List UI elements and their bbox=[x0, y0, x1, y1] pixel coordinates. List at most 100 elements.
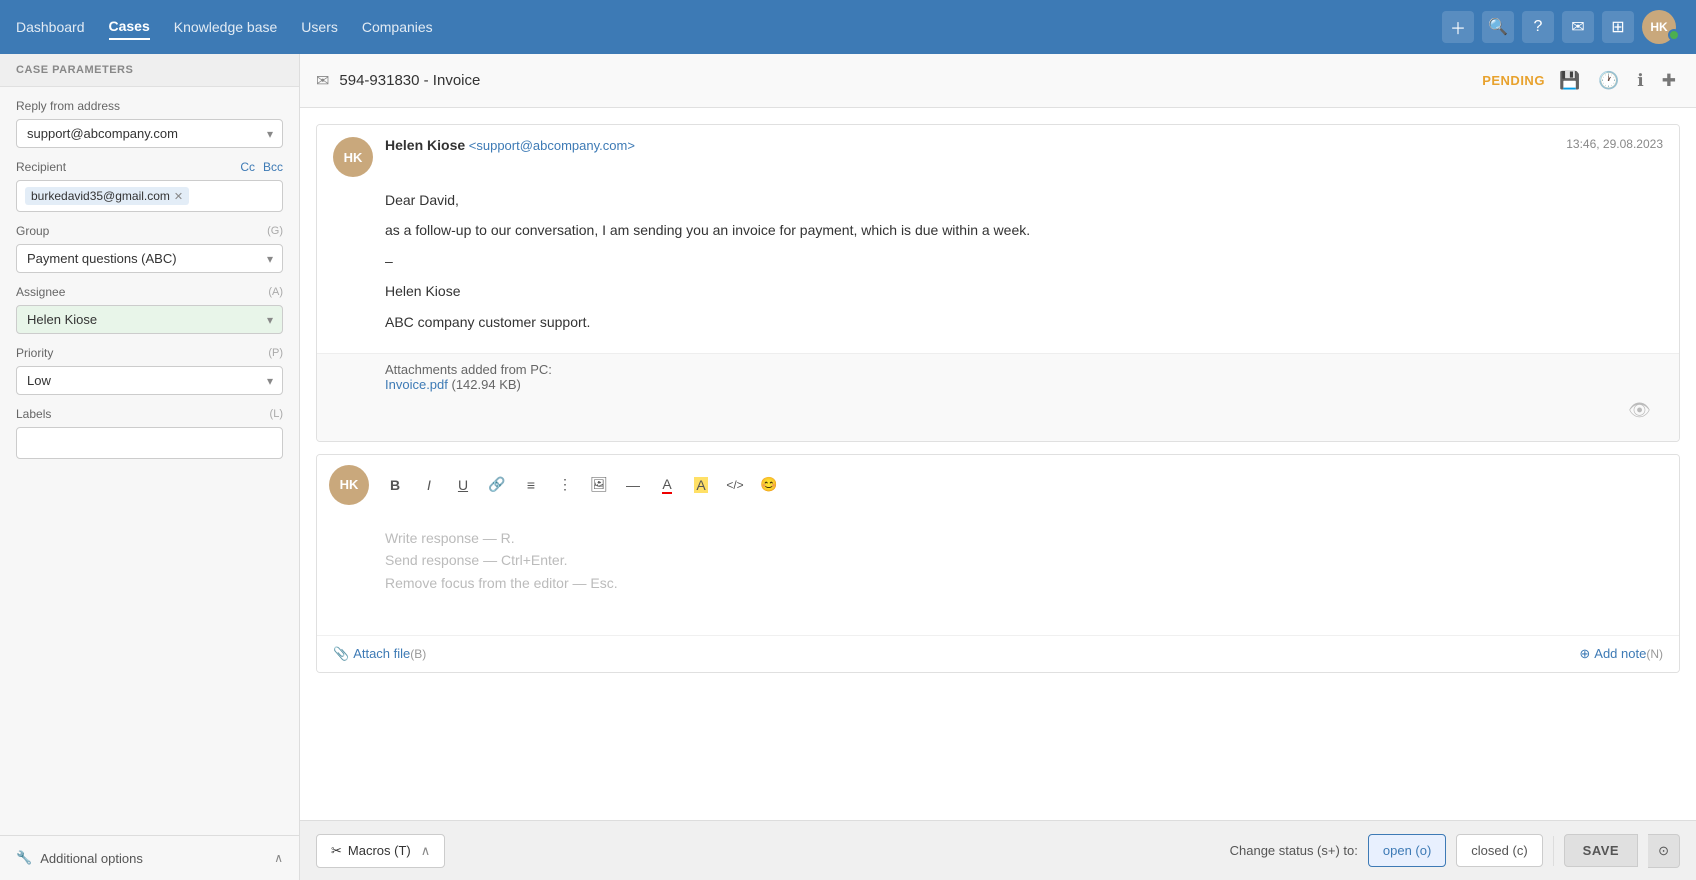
nav-companies[interactable]: Companies bbox=[362, 15, 433, 39]
save-dropdown-button[interactable]: ⊙ bbox=[1648, 834, 1680, 868]
labels-shortcut: (L) bbox=[270, 408, 283, 420]
save-case-button[interactable]: 💾 bbox=[1555, 69, 1584, 93]
image-icon: 🖼 bbox=[590, 476, 608, 493]
reply-from-section: Reply from address support@abcompany.com bbox=[0, 87, 299, 160]
help-button[interactable]: ? bbox=[1522, 11, 1554, 43]
history-icon: 🕐 bbox=[1598, 71, 1619, 90]
nav-actions-group: ＋ 🔍 ? ✉ ⊞ HK bbox=[1442, 10, 1680, 44]
save-icon: 💾 bbox=[1559, 71, 1580, 90]
italic-button[interactable]: I bbox=[413, 469, 445, 501]
macros-label: Macros (T) bbox=[348, 843, 411, 858]
reply-footer: 📎 Attach file (B) ⊕ Add note (N) bbox=[317, 635, 1679, 672]
add-note-button[interactable]: ⊕ Add note bbox=[1579, 646, 1646, 662]
reply-from-select[interactable]: support@abcompany.com bbox=[16, 119, 283, 148]
top-navigation: Dashboard Cases Knowledge base Users Com… bbox=[0, 0, 1696, 54]
recipient-tag: burkedavid35@gmail.com ✕ bbox=[25, 187, 189, 205]
message-sender-name: Helen Kiose bbox=[385, 137, 465, 153]
attach-file-label: Attach file bbox=[353, 646, 410, 661]
message-header: HK Helen Kiose <support@abcompany.com> 1… bbox=[317, 125, 1679, 189]
attach-shortcut: (B) bbox=[410, 647, 426, 661]
priority-section: Priority (P) Low bbox=[0, 346, 299, 407]
main-content: ✉ 594-931830 - Invoice PENDING 💾 🕐 ℹ ✚ bbox=[300, 54, 1696, 880]
attach-file-button[interactable]: 📎 Attach file bbox=[333, 646, 410, 662]
cc-button[interactable]: Cc bbox=[240, 160, 255, 174]
reply-toolbar: B I U 🔗 ≡ bbox=[379, 469, 1667, 501]
search-icon: 🔍 bbox=[1488, 17, 1508, 37]
closed-status-button[interactable]: closed (c) bbox=[1456, 834, 1542, 867]
message-signature-dash: – bbox=[385, 250, 1663, 272]
message-info: Helen Kiose <support@abcompany.com> bbox=[385, 137, 1554, 153]
wrench-icon: 🔧 bbox=[16, 850, 32, 866]
reply-editor[interactable]: Write response — R. Send response — Ctrl… bbox=[317, 515, 1679, 635]
labels-input[interactable] bbox=[16, 427, 283, 459]
add-icon: ＋ bbox=[1450, 15, 1466, 39]
labels-label: Labels (L) bbox=[16, 407, 283, 421]
additional-options-chevron: ∧ bbox=[274, 851, 283, 865]
group-select[interactable]: Payment questions (ABC) bbox=[16, 244, 283, 273]
search-button[interactable]: 🔍 bbox=[1482, 11, 1514, 43]
ordered-list-icon: ≡ bbox=[527, 477, 535, 493]
save-button[interactable]: SAVE bbox=[1564, 834, 1638, 867]
macros-button[interactable]: ✂ Macros (T) ∧ bbox=[316, 834, 445, 868]
status-dot bbox=[1668, 29, 1680, 41]
bold-button[interactable]: B bbox=[379, 469, 411, 501]
group-wrapper: Payment questions (ABC) bbox=[16, 244, 283, 273]
email-button[interactable]: ✉ bbox=[1562, 11, 1594, 43]
info-icon: ℹ bbox=[1637, 71, 1643, 90]
save-dropdown-icon: ⊙ bbox=[1658, 843, 1669, 858]
bottom-bar: ✂ Macros (T) ∧ Change status (s+) to: op… bbox=[300, 820, 1696, 880]
eye-icon[interactable]: 👁 bbox=[1628, 400, 1651, 421]
nav-dashboard[interactable]: Dashboard bbox=[16, 15, 85, 39]
message-greeting: Dear David, bbox=[385, 189, 1663, 211]
labels-section: Labels (L) bbox=[0, 407, 299, 471]
link-button[interactable]: 🔗 bbox=[481, 469, 513, 501]
recipient-section: Recipient Cc Bcc burkedavid35@gmail.com … bbox=[0, 160, 299, 224]
reply-placeholder-line1: Write response — R. bbox=[385, 530, 515, 546]
hr-button[interactable]: — bbox=[617, 469, 649, 501]
grid-button[interactable]: ⊞ bbox=[1602, 11, 1634, 43]
message-signature-name: Helen Kiose bbox=[385, 280, 1663, 302]
nav-users[interactable]: Users bbox=[301, 15, 338, 39]
reply-avatar: HK bbox=[329, 465, 369, 505]
info-button[interactable]: ℹ bbox=[1633, 69, 1647, 93]
message-attachments: Attachments added from PC: Invoice.pdf (… bbox=[317, 353, 1679, 441]
cc-bcc-group: Cc Bcc bbox=[240, 160, 283, 174]
remove-recipient-icon[interactable]: ✕ bbox=[174, 190, 183, 203]
case-status: PENDING bbox=[1482, 73, 1545, 88]
message-avatar: HK bbox=[333, 137, 373, 177]
message-body: Dear David, as a follow-up to our conver… bbox=[317, 189, 1679, 353]
recipient-field[interactable]: burkedavid35@gmail.com ✕ bbox=[16, 180, 283, 212]
bold-icon: B bbox=[390, 477, 400, 493]
bcc-button[interactable]: Bcc bbox=[263, 160, 283, 174]
priority-wrapper: Low bbox=[16, 366, 283, 395]
message-sender-email: <support@abcompany.com> bbox=[469, 138, 635, 153]
open-status-button[interactable]: open (o) bbox=[1368, 834, 1446, 867]
priority-select[interactable]: Low bbox=[16, 366, 283, 395]
ordered-list-button[interactable]: ≡ bbox=[515, 469, 547, 501]
nav-knowledge-base[interactable]: Knowledge base bbox=[174, 15, 278, 39]
message-timestamp: 13:46, 29.08.2023 bbox=[1566, 137, 1663, 151]
font-color-button[interactable]: A bbox=[651, 469, 683, 501]
underline-button[interactable]: U bbox=[447, 469, 479, 501]
emoji-button[interactable]: 😊 bbox=[753, 469, 785, 501]
history-button[interactable]: 🕐 bbox=[1594, 69, 1623, 93]
attachment-link[interactable]: Invoice.pdf bbox=[385, 377, 448, 392]
extend-button[interactable]: ✚ bbox=[1658, 69, 1680, 93]
reply-from-label: Reply from address bbox=[16, 99, 283, 113]
priority-label: Priority (P) bbox=[16, 346, 283, 360]
assignee-section: Assignee (A) Helen Kiose bbox=[0, 285, 299, 346]
additional-options[interactable]: 🔧 Additional options ∧ bbox=[0, 835, 299, 880]
group-label: Group (G) bbox=[16, 224, 283, 238]
help-icon: ? bbox=[1534, 18, 1543, 36]
link-icon: 🔗 bbox=[488, 476, 505, 493]
add-button[interactable]: ＋ bbox=[1442, 11, 1474, 43]
unordered-list-button[interactable]: ⋮ bbox=[549, 469, 581, 501]
bg-color-button[interactable]: A bbox=[685, 469, 717, 501]
image-button[interactable]: 🖼 bbox=[583, 469, 615, 501]
sidebar-header: CASE PARAMETERS bbox=[0, 54, 299, 87]
sidebar: CASE PARAMETERS Reply from address suppo… bbox=[0, 54, 300, 880]
nav-cases[interactable]: Cases bbox=[109, 14, 150, 40]
attachment-size: (142.94 KB) bbox=[452, 377, 521, 392]
code-button[interactable]: </> bbox=[719, 469, 751, 501]
assignee-select[interactable]: Helen Kiose bbox=[16, 305, 283, 334]
